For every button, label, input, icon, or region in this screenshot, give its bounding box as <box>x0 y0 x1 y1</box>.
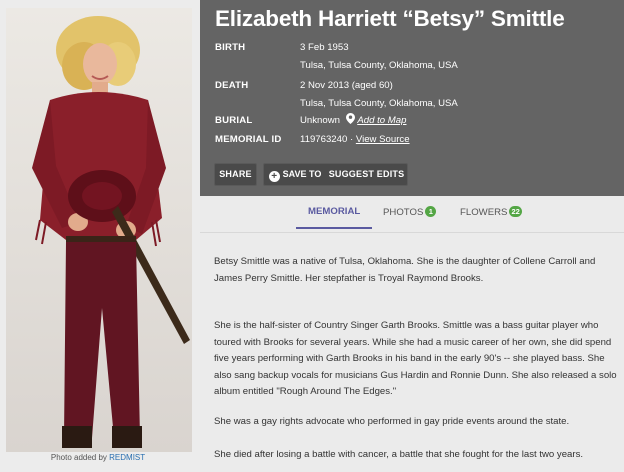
death-place: Tulsa, Tulsa County, Oklahoma, USA <box>300 98 458 109</box>
bio-paragraph-1: Betsy Smittle was a native of Tulsa, Okl… <box>214 256 596 284</box>
tab-photos-label: PHOTOS <box>383 207 424 218</box>
save-to-button[interactable]: + SAVE TO <box>264 164 326 185</box>
memorial-photo[interactable] <box>6 8 192 452</box>
save-to-label: SAVE TO <box>282 169 322 179</box>
death-value: 2 Nov 2013 (aged 60) Tulsa, Tulsa County… <box>300 77 600 113</box>
burial-value: Unknown Add to Map <box>300 112 600 130</box>
memorial-id-value: 119763240 · View Source <box>300 131 600 149</box>
tab-flowers[interactable]: FLOWERS 22 <box>460 206 522 218</box>
burial-status: Unknown <box>300 115 340 126</box>
portrait-illustration <box>6 8 192 452</box>
birth-value: 3 Feb 1953 Tulsa, Tulsa County, Oklahoma… <box>300 39 600 75</box>
map-pin-icon <box>345 113 355 124</box>
photos-count-badge: 1 <box>425 206 437 217</box>
share-button[interactable]: SHARE <box>214 163 257 186</box>
active-tab-indicator <box>296 227 372 229</box>
memorial-tabs: MEMORIAL PHOTOS 1 FLOWERS 22 <box>200 196 624 232</box>
add-to-map-text: Add to Map <box>357 115 407 126</box>
photo-credit: Photo added by REDMIST <box>0 453 196 462</box>
memorial-name: Elizabeth Harriett “Betsy” Smittle <box>215 6 565 31</box>
death-label: DEATH <box>215 80 249 91</box>
photo-credit-user-link[interactable]: REDMIST <box>109 453 145 462</box>
birth-date: 3 Feb 1953 <box>300 42 349 53</box>
tab-flowers-label: FLOWERS <box>460 207 508 218</box>
memorial-id-label: MEMORIAL ID <box>215 134 282 145</box>
death-date: 2 Nov 2013 (aged 60) <box>300 80 393 91</box>
view-source-link[interactable]: View Source <box>356 134 410 145</box>
memorial-id-number: 119763240 · <box>300 134 354 145</box>
photo-credit-prefix: Photo added by <box>50 453 107 462</box>
tab-memorial[interactable]: MEMORIAL <box>308 206 360 217</box>
bio-paragraph-2: She is the half-sister of Country Singer… <box>214 320 617 397</box>
suggest-edits-button[interactable]: SUGGEST EDITS <box>326 163 408 186</box>
plus-circle-icon: + <box>268 171 280 182</box>
photo-column: Photo added by REDMIST <box>0 0 200 472</box>
bio-paragraph-4: She died after losing a battle with canc… <box>214 449 584 460</box>
bio-paragraph-3: She was a gay rights advocate who perfor… <box>214 416 570 427</box>
tabs-divider <box>200 232 624 233</box>
flowers-count-badge: 22 <box>509 206 522 217</box>
birth-label: BIRTH <box>215 42 246 53</box>
burial-label: BURIAL <box>215 115 253 126</box>
add-to-map-link[interactable]: Add to Map <box>357 115 406 126</box>
tab-photos[interactable]: PHOTOS 1 <box>383 206 437 218</box>
birth-place: Tulsa, Tulsa County, Oklahoma, USA <box>300 60 458 71</box>
